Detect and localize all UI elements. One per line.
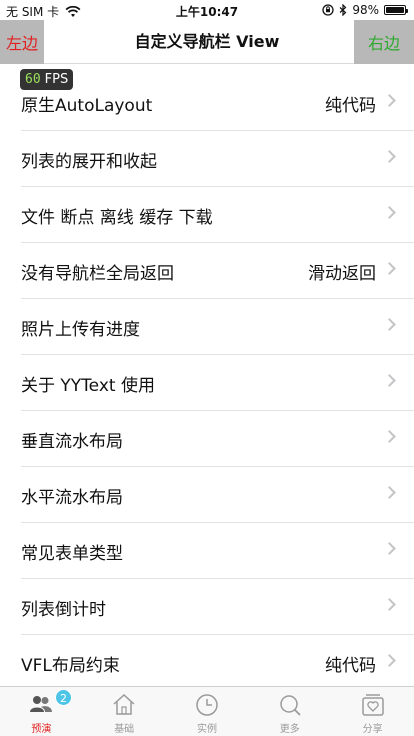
table-row[interactable]: VFL布局约束 纯代码 [0,635,414,691]
share-heart-icon [361,694,384,716]
row-title: 照片上传有进度 [21,319,140,340]
table-row[interactable]: 水平流水布局 [0,467,414,523]
table-row[interactable]: 文件 断点 离线 缓存 下载 [0,187,414,243]
row-title: VFL布局约束 [21,655,120,676]
tab-share[interactable]: 分享 [331,687,414,736]
tab-label: 基础 [114,724,135,735]
tab-label: 实例 [196,724,217,735]
status-bar: 无 SIM 卡 上午10:47 98% [0,0,414,20]
clock-icon [196,694,218,716]
tab-label: 更多 [279,724,300,735]
nav-title: 自定义导航栏 View [134,32,280,51]
table-row[interactable]: 照片上传有进度 [0,299,414,355]
row-detail: 纯代码 [325,95,376,116]
row-title: 列表倒计时 [21,599,106,620]
chevron-right-icon [383,598,396,611]
row-title: 关于 YYText 使用 [21,375,155,396]
table-row[interactable]: 列表的展开和收起 [0,131,414,187]
tab-label: 分享 [362,724,383,735]
row-title: 垂直流水布局 [21,431,123,452]
chevron-right-icon [383,430,396,443]
chevron-right-icon [383,206,396,219]
tab-more[interactable]: 更多 [248,687,331,736]
tab-preview[interactable]: 2 预演 [0,687,83,736]
tab-label: 预演 [31,724,52,735]
chevron-right-icon [383,542,396,555]
chevron-right-icon [383,318,396,331]
row-title: 没有导航栏全局返回 [21,263,174,284]
fps-value: 60 [25,72,41,87]
status-right: 98% [322,3,408,17]
chevron-right-icon [383,654,396,667]
chevron-right-icon [383,374,396,387]
row-title: 原生AutoLayout [21,95,153,116]
row-detail: 滑动返回 [308,263,376,284]
tab-bar: 2 预演 基础 实例 更多 分享 [0,686,414,736]
nav-right-button[interactable]: 右边 [354,20,414,64]
navigation-bar: 左边 自定义导航栏 View 右边 [0,20,414,64]
chevron-right-icon [383,150,396,163]
row-title: 文件 断点 离线 缓存 下载 [21,207,213,228]
row-title: 水平流水布局 [21,487,123,508]
table-row[interactable]: 没有导航栏全局返回 滑动返回 [0,243,414,299]
people-icon [30,696,53,712]
rotation-lock-icon [322,4,334,16]
table-row[interactable]: 列表倒计时 [0,579,414,635]
chevron-right-icon [383,262,396,275]
fps-label: FPS [44,72,69,87]
table-row[interactable]: 常见表单类型 [0,523,414,579]
table-row[interactable]: 关于 YYText 使用 [0,355,414,411]
chevron-right-icon [383,94,396,107]
table-list: 原生AutoLayout 纯代码 列表的展开和收起 文件 断点 离线 缓存 下载… [0,75,414,691]
bluetooth-icon [339,4,347,16]
battery-percent: 98% [352,3,379,17]
fps-indicator: 60 FPS [20,69,74,90]
tab-basics[interactable]: 基础 [83,687,166,736]
battery-icon [384,5,408,15]
chevron-right-icon [383,486,396,499]
search-icon [280,695,301,716]
row-detail: 纯代码 [325,655,376,676]
row-title: 列表的展开和收起 [21,151,157,172]
nav-left-button[interactable]: 左边 [0,20,44,64]
home-icon [113,693,135,715]
table-row[interactable]: 垂直流水布局 [0,411,414,467]
tab-examples[interactable]: 实例 [166,687,249,736]
row-title: 常见表单类型 [21,543,123,564]
tab-badge: 2 [55,689,72,706]
